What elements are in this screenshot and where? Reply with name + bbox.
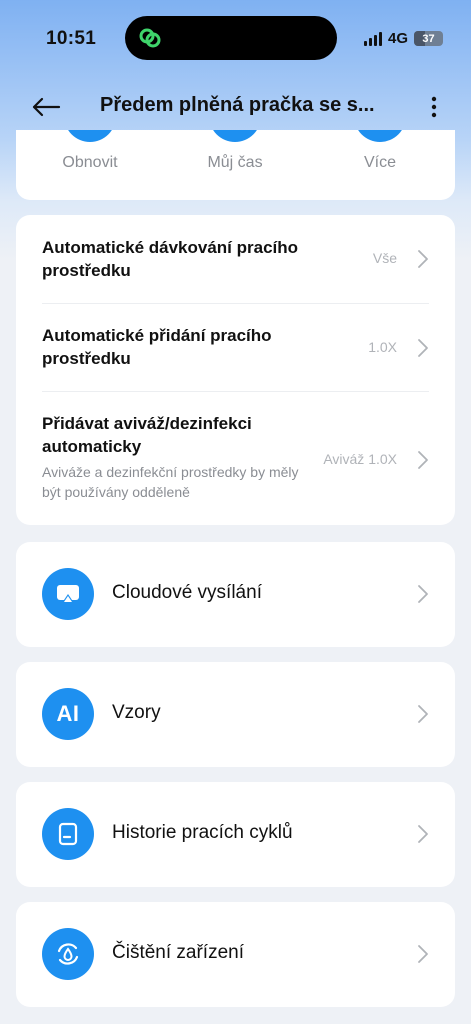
battery-icon: 37 xyxy=(414,31,443,46)
dynamic-island xyxy=(125,16,337,60)
my-time-label: Můj čas xyxy=(207,154,263,171)
menu-label: Historie pracích cyklů xyxy=(112,822,293,843)
status-indicators: 4G 37 xyxy=(363,30,443,47)
setting-value: Vše xyxy=(372,250,397,266)
ai-icon: AI xyxy=(42,688,94,740)
setting-value: Aviváž 1.0X xyxy=(323,451,397,467)
ai-icon-text: AI xyxy=(56,701,80,726)
chevron-right-icon xyxy=(418,825,428,843)
setting-title: Automatické přidání pracího prostředku xyxy=(42,326,272,368)
detergent-settings-card: Automatické dávkování pracího prostředku… xyxy=(16,215,455,525)
header: Předem plněná pračka se s... xyxy=(0,84,471,130)
menu-label: Čištění zařízení xyxy=(112,942,244,963)
menu-device-cleaning[interactable]: Čištění zařízení xyxy=(16,902,455,1007)
quick-actions-card: Obnovit Můj čas Více xyxy=(16,130,455,200)
status-bar: 10:51 4G 37 xyxy=(0,0,471,76)
more-button[interactable]: Více xyxy=(310,130,450,200)
menu-cloud-cast[interactable]: Cloudové vysílání xyxy=(16,542,455,647)
menu-label: Cloudové vysílání xyxy=(112,582,262,603)
signal-icon xyxy=(363,31,382,46)
more-label: Více xyxy=(363,154,396,171)
chevron-right-icon xyxy=(418,585,428,603)
refresh-label: Obnovit xyxy=(62,154,118,171)
chevron-right-icon xyxy=(418,250,428,268)
setting-auto-dosing[interactable]: Automatické dávkování pracího prostředku… xyxy=(16,215,455,303)
chevron-right-icon xyxy=(418,451,428,469)
menu-label: Vzory xyxy=(112,702,161,723)
chevron-right-icon xyxy=(418,339,428,357)
clock-icon xyxy=(209,130,261,142)
setting-title: Přidávat aviváž/dezinfekci automaticky xyxy=(42,414,252,456)
setting-softener-auto[interactable]: Přidávat aviváž/dezinfekci automaticky A… xyxy=(16,391,455,525)
status-time: 10:51 xyxy=(46,28,97,49)
cleaning-icon xyxy=(42,928,94,980)
setting-auto-add[interactable]: Automatické přidání pracího prostředku 1… xyxy=(16,303,455,391)
page-title: Předem plněná pračka se s... xyxy=(100,94,375,116)
refresh-button[interactable]: Obnovit xyxy=(20,130,160,200)
link-app-icon xyxy=(139,28,161,48)
back-button[interactable] xyxy=(26,90,66,124)
more-vertical-icon xyxy=(431,96,437,118)
more-options-button[interactable] xyxy=(419,90,449,124)
document-icon xyxy=(42,808,94,860)
setting-value: 1.0X xyxy=(368,339,397,355)
chevron-right-icon xyxy=(418,945,428,963)
my-time-button[interactable]: Můj čas xyxy=(165,130,305,200)
setting-title: Automatické dávkování pracího prostředku xyxy=(42,238,299,280)
menu-patterns[interactable]: AI Vzory xyxy=(16,662,455,767)
refresh-icon xyxy=(64,130,116,142)
cast-icon xyxy=(42,568,94,620)
arrow-left-icon xyxy=(32,97,61,117)
more-icon xyxy=(354,130,406,142)
chevron-right-icon xyxy=(418,705,428,723)
setting-description: Aviváže a dezinfekční prostředky by měly… xyxy=(42,464,299,500)
menu-wash-history[interactable]: Historie pracích cyklů xyxy=(16,782,455,887)
battery-level: 37 xyxy=(422,32,435,45)
network-type: 4G xyxy=(387,30,408,47)
